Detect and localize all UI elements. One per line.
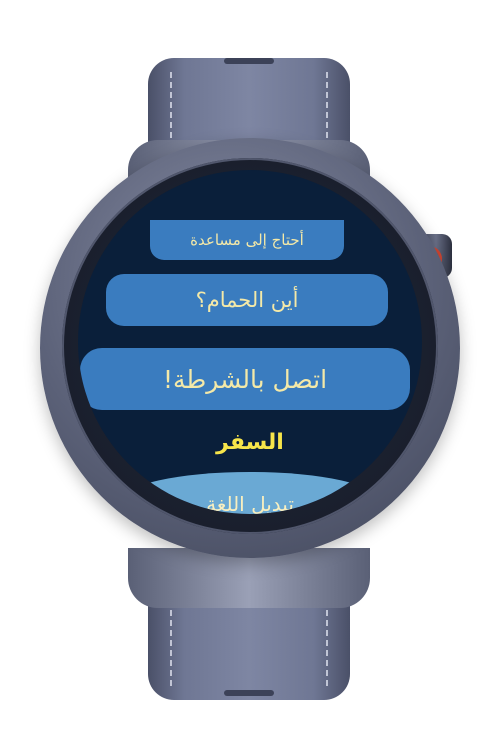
- change-language-button[interactable]: تبديل اللغة: [122, 472, 378, 514]
- call-police-button[interactable]: اتصل بالشرطة!: [80, 348, 410, 410]
- strap-notch: [224, 690, 274, 696]
- smartwatch: أحتاج إلى مساعدة أين الحمام؟ اتصل بالشرط…: [0, 0, 500, 750]
- category-title: السفر: [216, 430, 284, 455]
- where-is-toilet-button[interactable]: أين الحمام؟: [106, 274, 388, 326]
- need-help-button[interactable]: أحتاج إلى مساعدة: [150, 220, 344, 260]
- watch-screen: أحتاج إلى مساعدة أين الحمام؟ اتصل بالشرط…: [78, 170, 422, 514]
- strap-notch: [224, 58, 274, 64]
